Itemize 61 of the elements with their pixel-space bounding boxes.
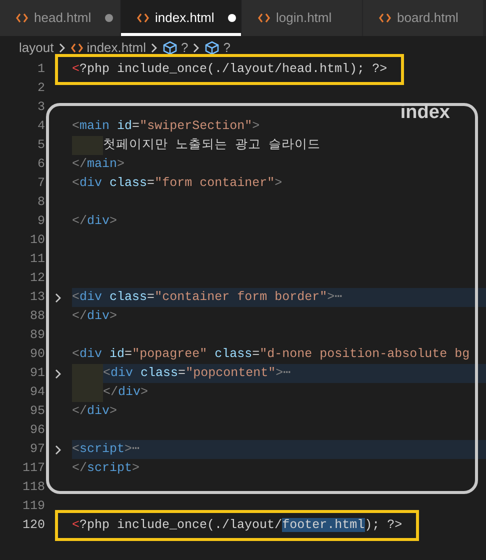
line-number: 1: [36, 61, 45, 78]
code-text: </div>: [103, 384, 148, 401]
code-text: 첫페이지만 노출되는 광고 슬라이드: [103, 137, 321, 154]
cube-icon: [162, 41, 177, 55]
line-number: 7: [36, 175, 45, 192]
editor-tab[interactable]: index.html: [121, 0, 242, 36]
breadcrumb-item[interactable]: ?: [205, 38, 230, 58]
line-number: 2: [36, 80, 45, 98]
code-text: <div class="popcontent">⋯: [103, 365, 291, 382]
line-number: 90: [28, 346, 45, 364]
code-text: <div class="container form border">⋯: [72, 289, 342, 306]
line-number: 5: [36, 137, 45, 154]
breadcrumb-item[interactable]: layout: [19, 38, 54, 58]
chevron-icon: [150, 43, 158, 53]
code-text: <main id="swiperSection">: [72, 118, 260, 135]
code-text: </main>: [72, 156, 125, 173]
line-number: 94: [28, 384, 45, 402]
line-number: 13: [28, 289, 45, 306]
code-text: <div id="popagree" class="d-none position-absolute bg: [72, 346, 470, 363]
line-number: 91: [28, 365, 45, 382]
cube-icon: [205, 41, 220, 55]
code-icon: [137, 13, 149, 23]
unsaved-dot: [228, 14, 236, 22]
editor-tab[interactable]: login.html: [242, 0, 363, 36]
code-text: <script>⋯: [72, 441, 140, 458]
line-number: 10: [28, 232, 45, 250]
line-number: 96: [28, 422, 45, 440]
code-text: </div>: [72, 213, 118, 230]
code-text: </div>: [72, 403, 118, 420]
code-text: </script>: [72, 460, 140, 477]
code-text: <?php include_once(./layout/head.html); ?>: [72, 61, 388, 78]
line-number: 3: [36, 99, 45, 116]
line-number: 95: [28, 403, 45, 420]
line-number: 6: [36, 156, 45, 174]
line-number: 12: [28, 270, 45, 288]
code-text: <div class="form container">: [72, 175, 282, 192]
unsaved-dot: [105, 14, 114, 22]
editor-tab[interactable]: board.html: [363, 0, 484, 36]
line-number: 89: [28, 327, 45, 344]
breadcrumb-item[interactable]: index.html: [70, 38, 146, 58]
line-number: 8: [36, 194, 45, 212]
line-number: 97: [28, 441, 45, 458]
frame-label: index: [400, 103, 450, 124]
chevron-icon: [58, 43, 66, 53]
code-icon: [379, 13, 391, 23]
editor-tab[interactable]: head.html: [0, 0, 121, 36]
line-number: 4: [36, 118, 45, 136]
code-icon: [16, 13, 28, 23]
chevron-icon: [193, 43, 200, 53]
code-text: </div>: [72, 308, 118, 325]
breadcrumb-item[interactable]: ?: [162, 38, 188, 58]
line-number: 119: [21, 498, 45, 516]
line-number: 118: [21, 479, 45, 496]
code-icon: [258, 13, 270, 23]
line-number: 9: [36, 213, 45, 230]
line-number: 88: [28, 308, 45, 326]
line-number: 117: [21, 460, 45, 478]
line-number: 120: [21, 517, 45, 534]
code-text: <?php include_once(./layout/footer.html); ?>: [72, 517, 402, 534]
code-icon: [70, 43, 83, 53]
line-number: 11: [28, 251, 45, 268]
